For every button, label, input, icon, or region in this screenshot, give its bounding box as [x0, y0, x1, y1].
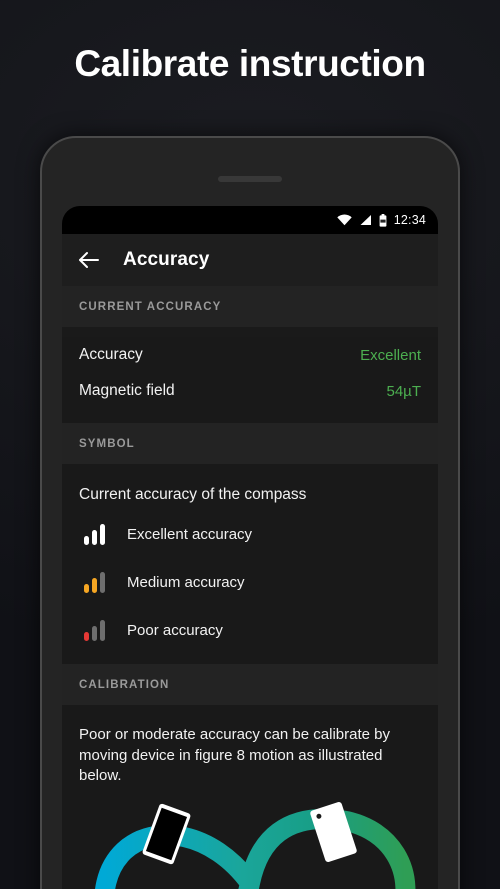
legend-item-poor: Poor accuracy: [62, 606, 438, 654]
status-bar-clock: 12:34: [393, 213, 426, 227]
section-body-calibration: Poor or moderate accuracy can be calibra…: [62, 705, 438, 889]
app-bar: Accuracy: [62, 234, 438, 286]
status-bar: 12:34: [62, 206, 438, 234]
signal-bars-excellent-icon: [84, 523, 105, 545]
signal-bars-medium-icon: [84, 571, 105, 593]
row-magnetic-field-value: 54µT: [386, 382, 422, 400]
calibration-description: Poor or moderate accuracy can be calibra…: [79, 726, 390, 785]
signal-bars-poor-icon: [84, 619, 105, 641]
page-root: Calibrate instruction 12:34 Accuracy CUR…: [0, 0, 500, 889]
section-body-symbol: Current accuracy of the compass Excellen…: [62, 464, 438, 664]
legend-item-excellent: Excellent accuracy: [62, 510, 438, 558]
legend-label-excellent: Excellent accuracy: [127, 525, 253, 543]
back-arrow-icon[interactable]: [78, 251, 99, 269]
phone-earpiece-speaker: [218, 176, 282, 182]
row-magnetic-field-label: Magnetic field: [79, 382, 175, 399]
signal-icon: [360, 215, 371, 225]
row-magnetic-field[interactable]: Magnetic field 54µT: [62, 373, 438, 409]
phone-camera-dot-icon: [315, 813, 323, 820]
phone-screen: 12:34 Accuracy CURRENT ACCURACY Accuracy…: [62, 206, 438, 889]
row-accuracy-value: Excellent: [360, 346, 421, 364]
figure-8-motion-illustration: [62, 801, 438, 889]
section-body-current-accuracy: Accuracy Excellent Magnetic field 54µT: [62, 337, 438, 423]
row-accuracy[interactable]: Accuracy Excellent: [62, 337, 438, 373]
battery-icon: [379, 213, 387, 227]
legend-label-medium: Medium accuracy: [127, 573, 245, 591]
figure-8-path: [95, 808, 416, 889]
section-header-symbol: SYMBOL: [62, 423, 438, 464]
wifi-icon: [337, 214, 352, 226]
section-header-current-accuracy: CURRENT ACCURACY: [62, 286, 438, 327]
legend-item-medium: Medium accuracy: [62, 558, 438, 606]
section-header-calibration: CALIBRATION: [62, 664, 438, 705]
row-accuracy-label: Accuracy: [79, 346, 143, 363]
app-bar-title: Accuracy: [123, 249, 210, 270]
page-title: Calibrate instruction: [74, 43, 426, 84]
symbol-description: Current accuracy of the compass: [79, 486, 307, 503]
legend-label-poor: Poor accuracy: [127, 621, 223, 639]
